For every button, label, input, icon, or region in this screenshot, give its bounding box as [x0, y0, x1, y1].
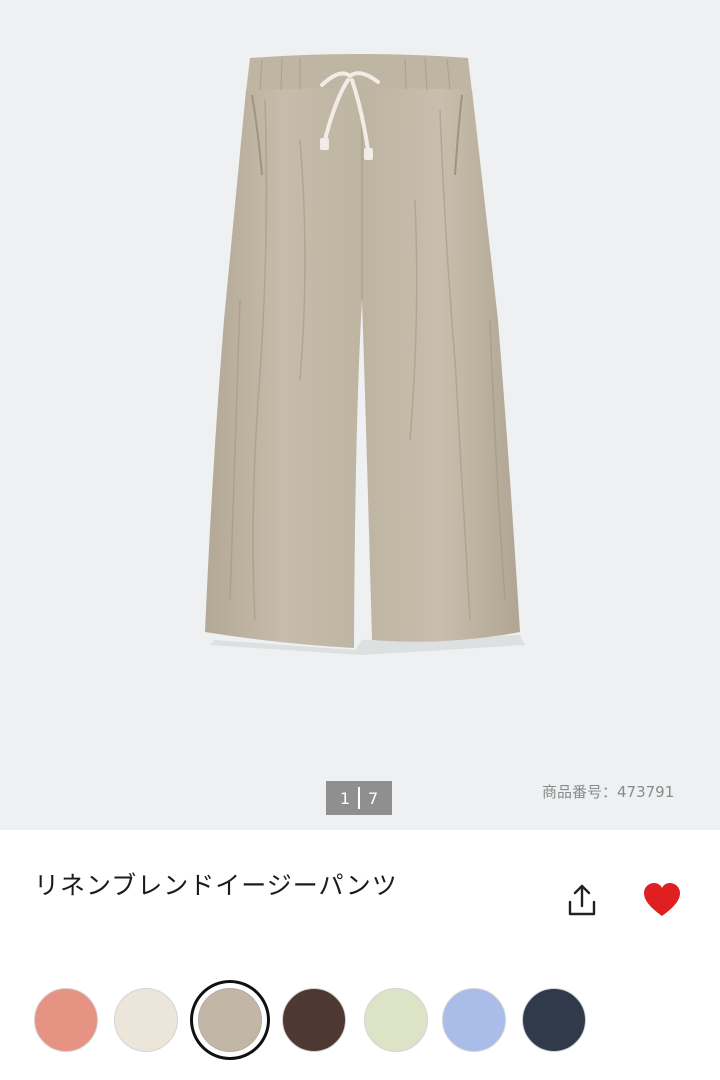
product-image-gallery[interactable]: 1 7 商品番号：473791: [0, 0, 720, 830]
image-pager: 1 7: [326, 781, 392, 815]
color-swatch[interactable]: [522, 988, 586, 1052]
product-info: リネンブレンドイージーパンツ: [0, 830, 720, 1080]
color-swatches: [34, 988, 714, 1058]
product-number: 商品番号：473791: [542, 783, 675, 801]
share-icon: [568, 884, 596, 916]
color-swatch[interactable]: [114, 988, 178, 1052]
product-image: [205, 54, 525, 655]
color-swatch[interactable]: [282, 988, 346, 1052]
pager-divider: [358, 787, 360, 809]
share-button[interactable]: [562, 880, 602, 920]
color-swatch[interactable]: [34, 988, 98, 1052]
total-pages: 7: [368, 788, 379, 808]
heart-icon: [644, 883, 680, 916]
color-swatch-selected[interactable]: [198, 988, 262, 1052]
favorite-button[interactable]: [642, 882, 682, 918]
product-title: リネンブレンドイージーパンツ: [34, 871, 398, 900]
current-page: 1: [339, 788, 350, 808]
color-swatch[interactable]: [442, 988, 506, 1052]
color-swatch[interactable]: [364, 988, 428, 1052]
